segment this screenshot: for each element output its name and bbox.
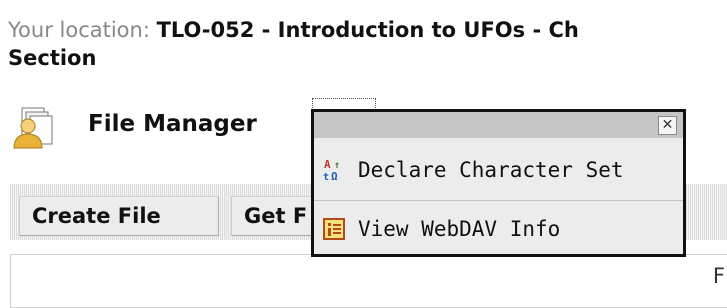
menu-item-label: Declare Character Set bbox=[358, 158, 624, 182]
svg-text:A: A bbox=[324, 158, 331, 171]
close-icon[interactable]: ✕ bbox=[658, 116, 677, 135]
section-name[interactable]: Section bbox=[8, 44, 96, 73]
get-file-button[interactable]: Get F bbox=[231, 196, 321, 236]
webdav-info-icon bbox=[323, 217, 345, 240]
menu-title-bar: ✕ bbox=[314, 112, 683, 138]
course-name[interactable]: TLO-052 - Introduction to UFOs - Ch bbox=[157, 18, 579, 42]
location-prefix: Your location: bbox=[8, 18, 157, 42]
menu-item-webdav-info[interactable]: View WebDAV Info bbox=[314, 200, 683, 256]
breadcrumb: Your location: TLO-052 - Introduction to… bbox=[8, 16, 727, 45]
menu-item-label: View WebDAV Info bbox=[358, 216, 561, 241]
menu-item-declare-charset[interactable]: A ↑ t Ω Declare Character Set bbox=[314, 142, 683, 198]
page-title: File Manager bbox=[88, 111, 257, 137]
svg-text:Ω: Ω bbox=[331, 170, 338, 183]
charset-icon: A ↑ t Ω bbox=[323, 158, 340, 183]
create-file-button[interactable]: Create File bbox=[19, 196, 219, 236]
svg-text:t: t bbox=[323, 172, 329, 183]
panel-text: F bbox=[712, 264, 725, 288]
context-menu: ✕ A ↑ t Ω Declare Character Set View Web… bbox=[311, 109, 686, 257]
file-manager-icon bbox=[13, 107, 53, 149]
file-list-panel bbox=[10, 254, 727, 308]
